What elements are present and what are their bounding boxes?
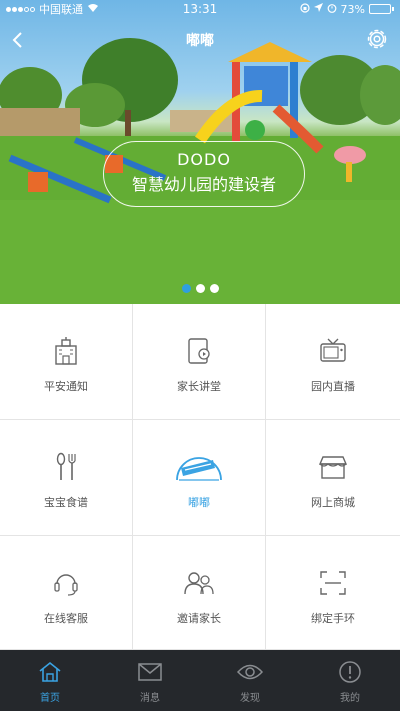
grid-item-label: 宝宝食谱 xyxy=(44,496,88,509)
grid-item-4[interactable]: 嘟嘟 xyxy=(133,420,266,536)
hero-caption-slogan: 智慧幼儿园的建设者 xyxy=(131,175,276,194)
tab-label: 消息 xyxy=(140,693,160,704)
settings-button[interactable] xyxy=(364,26,390,52)
grid-item-label: 在线客服 xyxy=(44,612,88,625)
eye-icon xyxy=(237,660,263,684)
pager-dot[interactable] xyxy=(209,284,219,293)
feature-grid: 平安通知 家长讲堂 园内直播宝宝食谱 嘟嘟 网上商城在线客服 邀请家长 绑定手环 xyxy=(0,304,400,650)
carousel-pager[interactable] xyxy=(0,284,400,293)
grid-item-7[interactable]: 邀请家长 xyxy=(133,536,266,650)
clock: 13:31 xyxy=(182,2,218,16)
tab-3[interactable]: 我的 xyxy=(300,650,400,711)
grid-item-label: 园内直播 xyxy=(311,380,355,393)
scan-frame-icon xyxy=(316,566,350,600)
people-icon xyxy=(182,566,216,600)
hero-caption: DODO 智慧幼儿园的建设者 xyxy=(103,141,305,207)
grid-item-label: 嘟嘟 xyxy=(188,496,210,509)
hero-banner[interactable]: 中国联通 13:31 73% 嘟嘟 DODO 智慧幼儿园的建设者 xyxy=(0,0,400,304)
grid-item-label: 邀请家长 xyxy=(177,612,221,625)
signal-strength-icon xyxy=(6,6,35,12)
tablet-icon xyxy=(182,334,216,368)
exclamation-circle-icon xyxy=(337,660,363,684)
grid-item-8[interactable]: 绑定手环 xyxy=(266,536,400,650)
dodo-logo-icon xyxy=(173,446,225,484)
location-icon xyxy=(313,2,323,16)
battery-percent: 73% xyxy=(340,2,365,16)
bottom-tab-bar: 首页 消息 发现 我的 xyxy=(0,650,400,711)
tab-label: 发现 xyxy=(240,693,260,704)
pager-dot[interactable] xyxy=(195,284,205,293)
app-screen: 中国联通 13:31 73% 嘟嘟 DODO 智慧幼儿园的建设者 平安通知 家长… xyxy=(0,0,400,711)
tab-2[interactable]: 发现 xyxy=(200,650,300,711)
home-icon xyxy=(37,660,63,684)
tv-icon xyxy=(316,334,350,368)
grid-item-label: 网上商城 xyxy=(311,496,355,509)
grid-item-label: 平安通知 xyxy=(44,380,88,393)
spoon-fork-icon xyxy=(49,450,83,484)
nav-bar: 嘟嘟 xyxy=(0,22,400,58)
headset-icon xyxy=(49,566,83,600)
grid-item-2[interactable]: 园内直播 xyxy=(266,304,400,420)
shop-icon xyxy=(316,450,350,484)
tab-label: 我的 xyxy=(340,693,360,704)
wifi-icon xyxy=(87,3,99,16)
envelope-icon xyxy=(137,660,163,684)
grid-item-label: 家长讲堂 xyxy=(177,380,221,393)
tab-1[interactable]: 消息 xyxy=(100,650,200,711)
page-title: 嘟嘟 xyxy=(186,33,214,49)
grid-item-1[interactable]: 家长讲堂 xyxy=(133,304,266,420)
grid-item-6[interactable]: 在线客服 xyxy=(0,536,133,650)
tab-label: 首页 xyxy=(40,693,60,704)
status-bar: 中国联通 13:31 73% xyxy=(0,0,400,18)
battery-icon xyxy=(369,4,394,14)
school-building-icon xyxy=(49,334,83,368)
grid-item-label: 绑定手环 xyxy=(311,612,355,625)
hero-caption-brand: DODO xyxy=(177,150,231,169)
gear-icon xyxy=(367,29,387,49)
alarm-icon xyxy=(327,3,337,16)
grid-item-5[interactable]: 网上商城 xyxy=(266,420,400,536)
grid-item-3[interactable]: 宝宝食谱 xyxy=(0,420,133,536)
carrier-name: 中国联通 xyxy=(39,3,83,16)
tab-0[interactable]: 首页 xyxy=(0,650,100,711)
grid-item-0[interactable]: 平安通知 xyxy=(0,304,133,420)
lock-rotation-icon xyxy=(299,2,310,16)
pager-dot[interactable] xyxy=(181,284,191,293)
